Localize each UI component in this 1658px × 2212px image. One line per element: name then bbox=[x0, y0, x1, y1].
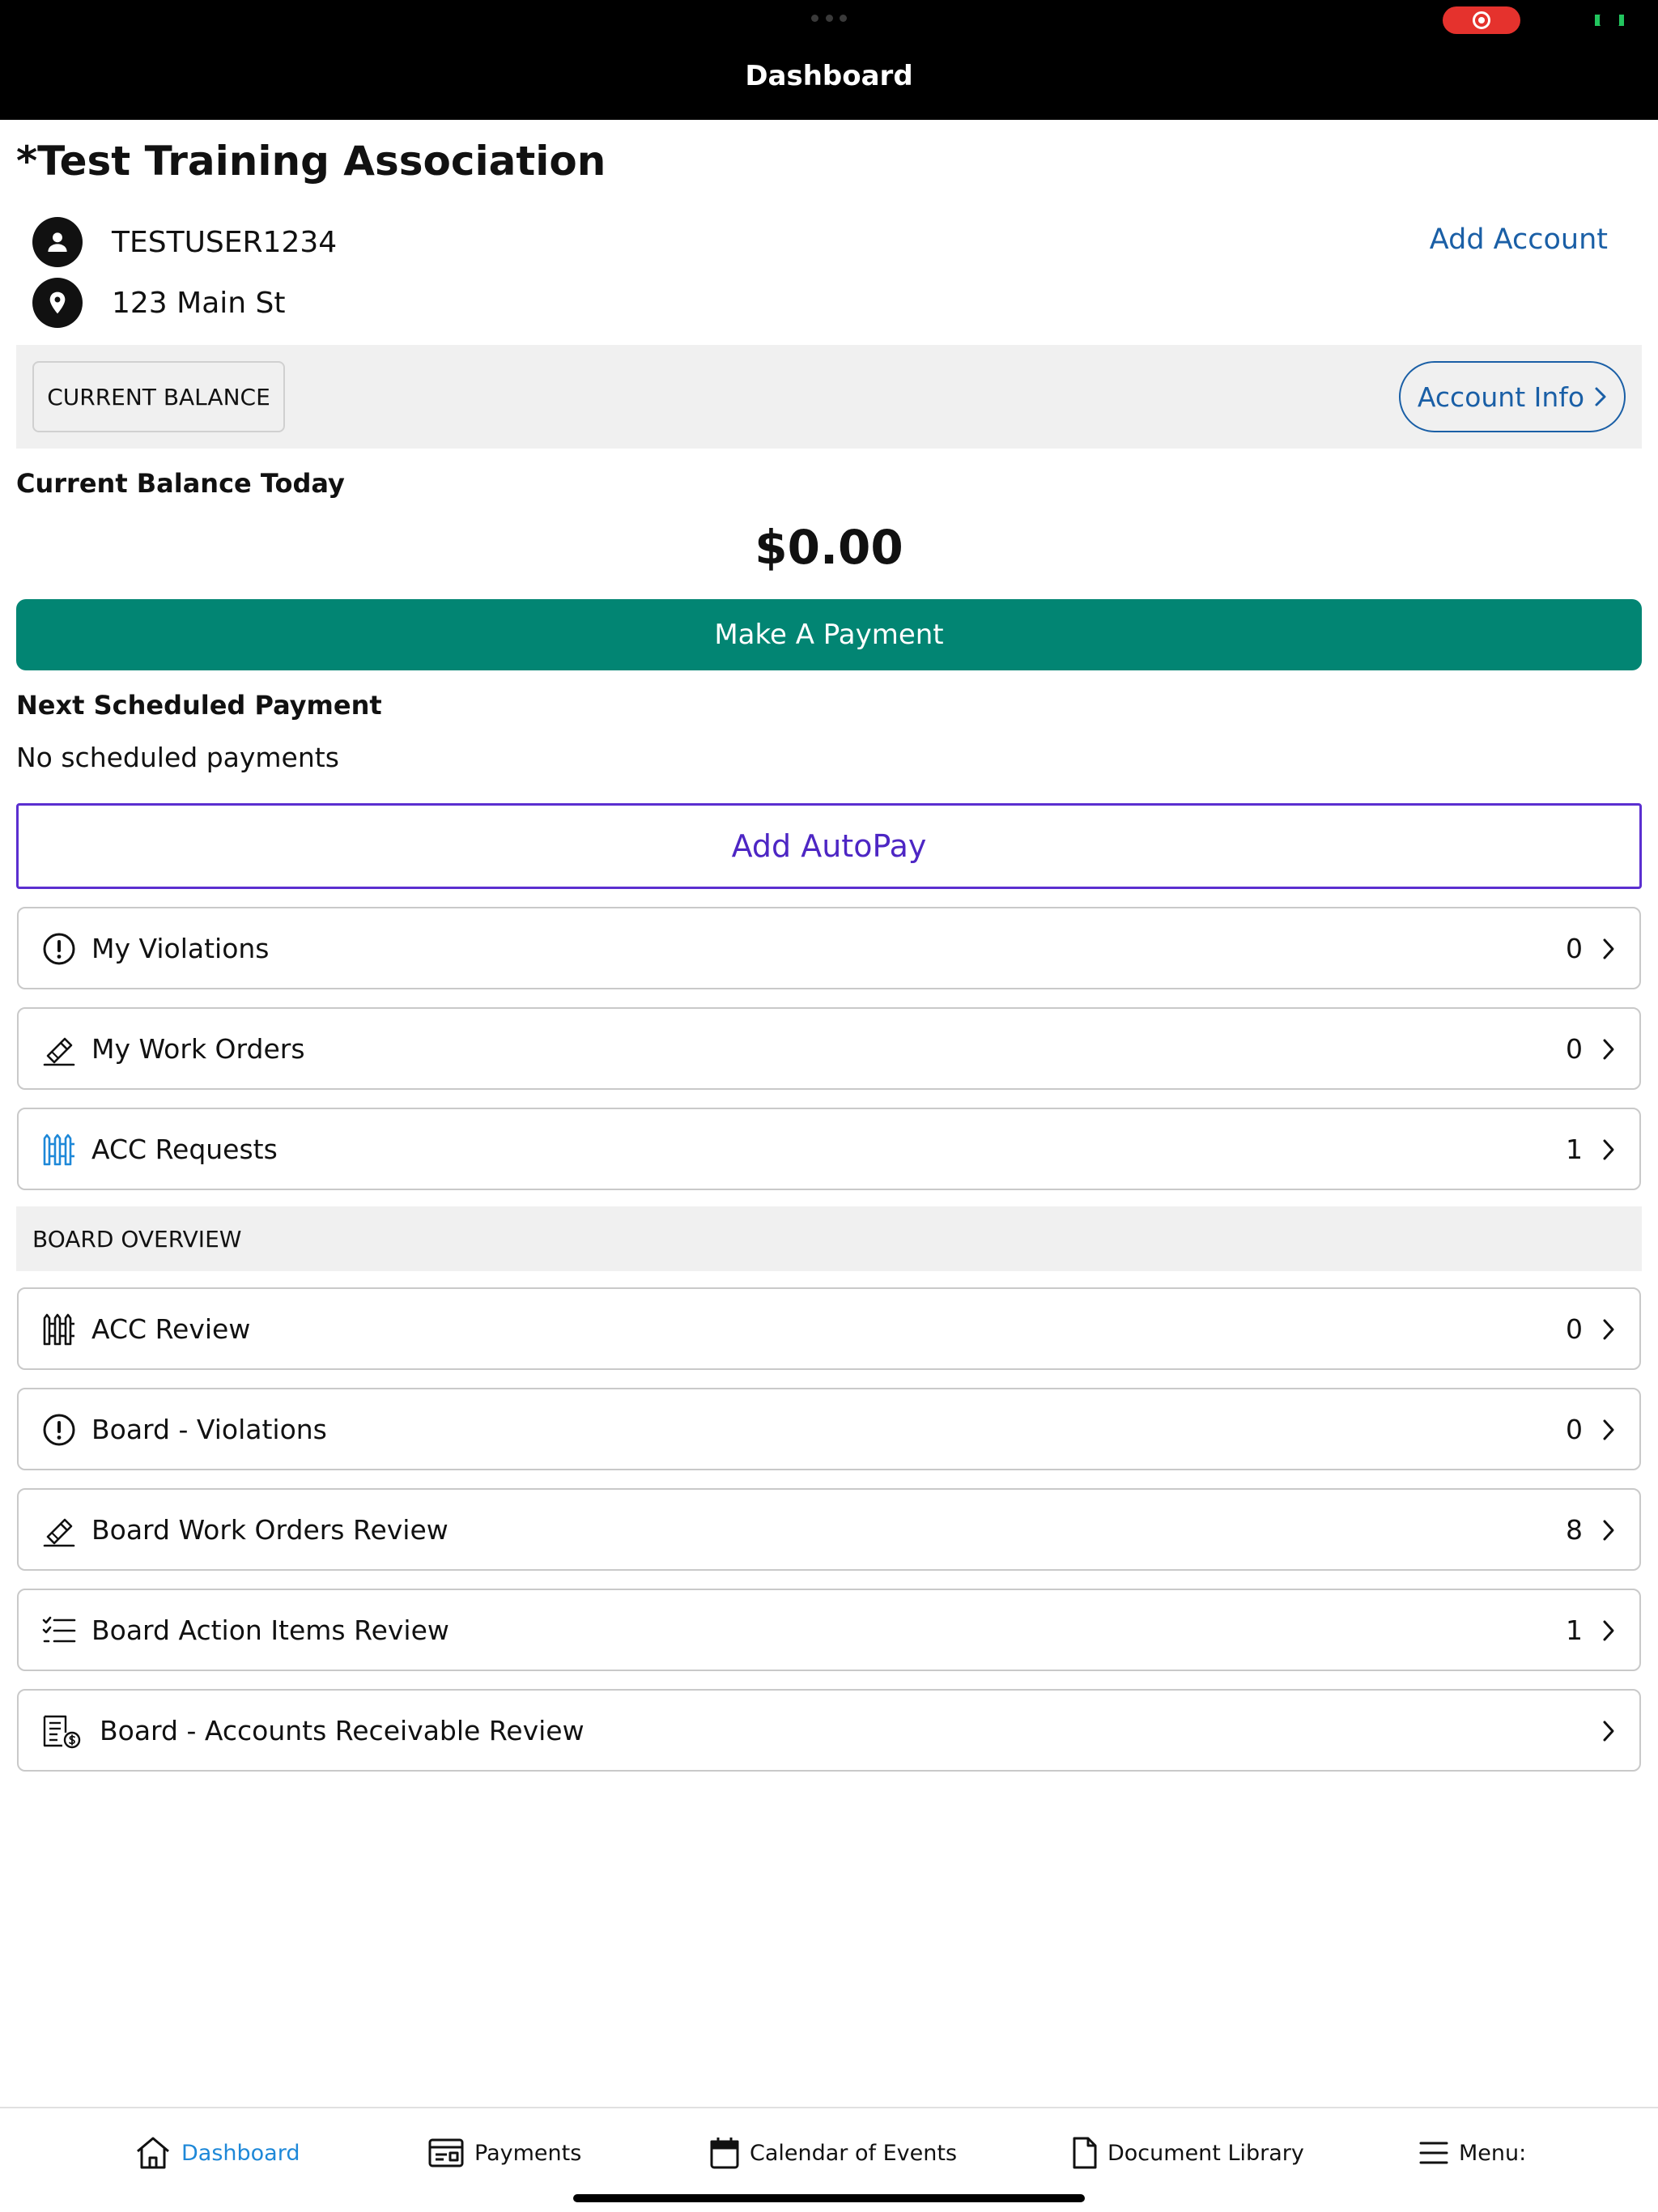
row-count: 1 bbox=[1566, 1614, 1583, 1646]
board-work-orders-row[interactable]: Board Work Orders Review 8 bbox=[17, 1488, 1641, 1571]
multitasking-dots[interactable] bbox=[811, 15, 847, 23]
account-info-button[interactable]: Account Info bbox=[1399, 361, 1626, 432]
page-title: Dashboard bbox=[745, 60, 913, 92]
nav-payments[interactable]: Payments bbox=[427, 2133, 581, 2173]
row-label: Board - Violations bbox=[91, 1413, 327, 1445]
chevron-right-icon bbox=[1603, 1520, 1614, 1541]
calendar-icon bbox=[710, 2138, 739, 2169]
make-payment-button[interactable]: Make A Payment bbox=[16, 599, 1642, 670]
current-balance-tab[interactable]: CURRENT BALANCE bbox=[32, 361, 285, 432]
row-count: 1 bbox=[1566, 1133, 1583, 1165]
location-pin-icon bbox=[32, 278, 83, 328]
nav-label: Payments bbox=[474, 2140, 582, 2166]
chevron-right-icon bbox=[1603, 1039, 1614, 1060]
current-balance-label: Current Balance Today bbox=[16, 468, 345, 499]
balance-tabs: CURRENT BALANCE Account Info bbox=[16, 345, 1642, 449]
person-icon bbox=[32, 217, 83, 267]
acc-review-row[interactable]: ACC Review 0 bbox=[17, 1287, 1641, 1370]
bottom-nav: Dashboard Payments Calendar of Events Do… bbox=[0, 2107, 1658, 2212]
exclamation-circle-icon bbox=[41, 931, 77, 967]
screen-recording-indicator[interactable] bbox=[1443, 6, 1520, 34]
row-count: 0 bbox=[1566, 1032, 1583, 1065]
my-violations-row[interactable]: My Violations 0 bbox=[17, 907, 1641, 989]
nav-label: Dashboard bbox=[181, 2140, 300, 2166]
nav-label: Document Library bbox=[1107, 2140, 1304, 2166]
chevron-right-icon bbox=[1603, 938, 1614, 959]
row-label: ACC Requests bbox=[91, 1133, 278, 1165]
current-balance-amount: $0.00 bbox=[755, 520, 903, 575]
add-account-link[interactable]: Add Account bbox=[1430, 223, 1608, 256]
chevron-right-icon bbox=[1595, 387, 1606, 406]
fence-icon bbox=[41, 1132, 77, 1168]
row-count: 0 bbox=[1566, 932, 1583, 964]
row-label: My Work Orders bbox=[91, 1032, 305, 1065]
chevron-right-icon bbox=[1603, 1139, 1614, 1160]
row-count: 0 bbox=[1566, 1413, 1583, 1445]
nav-calendar[interactable]: Calendar of Events bbox=[709, 2133, 957, 2173]
chevron-right-icon bbox=[1603, 1319, 1614, 1340]
top-bar: Dashboard bbox=[0, 0, 1658, 120]
address: 123 Main St bbox=[112, 286, 286, 320]
nav-label: Calendar of Events bbox=[750, 2140, 958, 2166]
board-violations-row[interactable]: Board - Violations 0 bbox=[17, 1388, 1641, 1470]
my-work-orders-row[interactable]: My Work Orders 0 bbox=[17, 1007, 1641, 1090]
row-label: Board Work Orders Review bbox=[91, 1513, 449, 1546]
exclamation-circle-icon bbox=[41, 1412, 77, 1448]
checklist-icon bbox=[41, 1613, 77, 1648]
expand-icon[interactable] bbox=[1592, 10, 1627, 31]
next-scheduled-payment-value: No scheduled payments bbox=[16, 742, 339, 773]
row-label: Board Action Items Review bbox=[91, 1614, 449, 1646]
chevron-right-icon bbox=[1603, 1721, 1614, 1742]
hammer-icon bbox=[41, 1512, 77, 1548]
board-action-items-row[interactable]: Board Action Items Review 1 bbox=[17, 1589, 1641, 1671]
user-row: TESTUSER1234 bbox=[32, 217, 337, 267]
hamburger-menu-icon bbox=[1419, 2142, 1448, 2164]
add-autopay-button[interactable]: Add AutoPay bbox=[16, 803, 1642, 889]
home-icon bbox=[137, 2137, 169, 2169]
row-label: Board - Accounts Receivable Review bbox=[100, 1714, 585, 1746]
acc-requests-row[interactable]: ACC Requests 1 bbox=[17, 1108, 1641, 1190]
nav-dashboard[interactable]: Dashboard bbox=[134, 2133, 300, 2173]
next-scheduled-payment-label: Next Scheduled Payment bbox=[16, 690, 382, 721]
row-count: 8 bbox=[1566, 1513, 1583, 1546]
row-label: ACC Review bbox=[91, 1312, 251, 1345]
payments-icon bbox=[428, 2138, 464, 2167]
home-indicator[interactable] bbox=[573, 2194, 1085, 2202]
chevron-right-icon bbox=[1603, 1620, 1614, 1641]
nav-label: Menu: bbox=[1459, 2140, 1527, 2166]
nav-menu[interactable]: Menu: bbox=[1418, 2133, 1526, 2173]
association-name: *Test Training Association bbox=[16, 138, 606, 185]
address-row: 123 Main St bbox=[32, 278, 286, 328]
document-icon bbox=[1073, 2137, 1097, 2169]
account-info-label: Account Info bbox=[1417, 381, 1585, 413]
nav-document-library[interactable]: Document Library bbox=[1072, 2133, 1304, 2173]
row-label: My Violations bbox=[91, 932, 270, 964]
chevron-right-icon bbox=[1603, 1419, 1614, 1440]
row-count: 0 bbox=[1566, 1312, 1583, 1345]
board-overview-header: BOARD OVERVIEW bbox=[16, 1206, 1642, 1271]
hammer-icon bbox=[41, 1032, 77, 1067]
board-accounts-receivable-row[interactable]: Board - Accounts Receivable Review bbox=[17, 1689, 1641, 1772]
fence-icon bbox=[41, 1312, 77, 1347]
receivable-icon bbox=[41, 1713, 85, 1749]
username: TESTUSER1234 bbox=[112, 225, 338, 259]
